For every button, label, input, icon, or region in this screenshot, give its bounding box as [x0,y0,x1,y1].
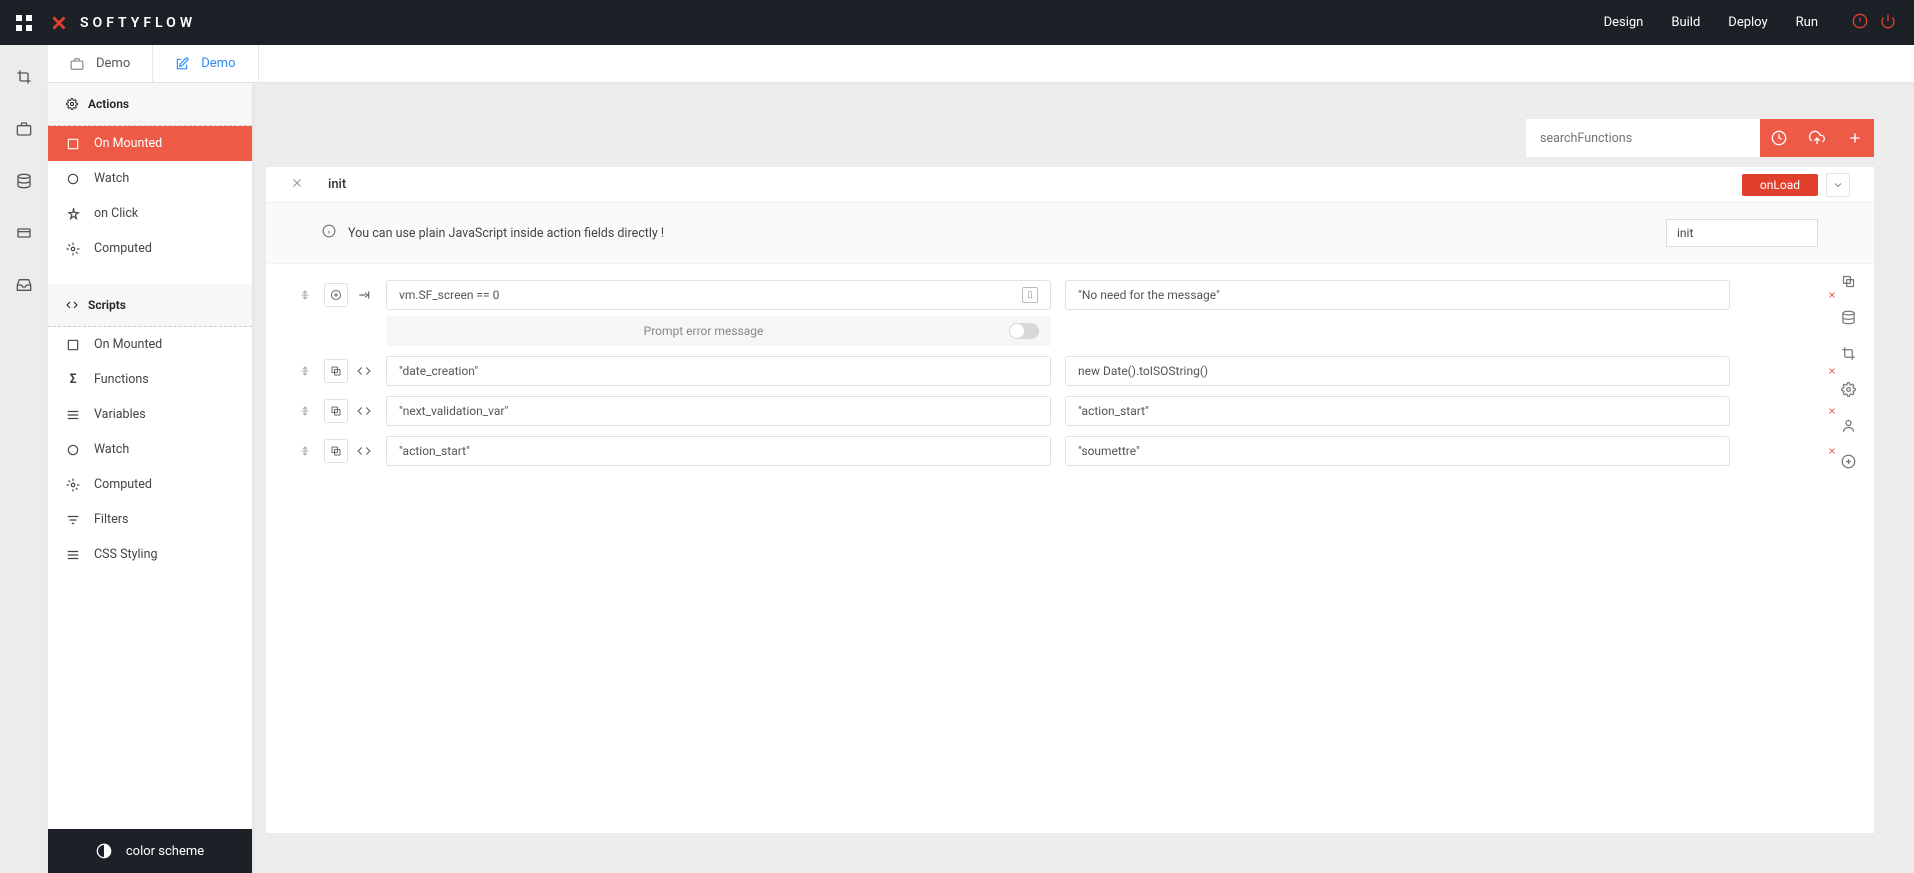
circle-icon [66,443,80,457]
condition-add-icon[interactable] [324,283,348,307]
variable-name-field[interactable]: "action_start" [386,436,1051,466]
sidebar-script-computed[interactable]: Computed [48,467,252,502]
copy-icon[interactable] [324,399,348,423]
drag-handle[interactable] [296,396,314,426]
nav-design[interactable]: Design [1604,15,1644,30]
tab-demo-1[interactable]: Demo [48,45,153,82]
onload-button[interactable]: onLoad [1742,174,1818,196]
drag-handle[interactable] [296,280,314,310]
briefcase-icon[interactable] [16,121,32,141]
panel-title: init [328,177,346,192]
variable-value-field[interactable]: "soumettre" [1065,436,1730,466]
contrast-icon [96,843,112,859]
code-icon [66,299,78,311]
sidebar-script-variables[interactable]: Variables [48,397,252,432]
sidebar-action-on-mounted[interactable]: On Mounted [48,126,252,161]
sidebar-script-on-mounted[interactable]: On Mounted [48,327,252,362]
crop-icon[interactable] [16,69,32,89]
copy-icon[interactable] [324,439,348,463]
search-functions-input[interactable] [1526,119,1760,157]
alert-icon[interactable] [1852,13,1868,33]
list-icon [66,408,80,422]
add-button[interactable] [1836,119,1874,157]
nav-build[interactable]: Build [1671,15,1700,30]
code-icon[interactable] [352,439,376,463]
square-icon [66,137,80,151]
sigma-icon: Σ [66,372,80,387]
code-icon[interactable] [352,359,376,383]
prompt-error-toggle[interactable] [1009,323,1039,339]
nav-run[interactable]: Run [1796,15,1818,30]
inbox-icon[interactable] [16,277,32,297]
brand-logo: SOFTYFLOW [48,12,196,34]
variable-name-field[interactable]: "next_validation_var" [386,396,1051,426]
power-icon[interactable] [1880,13,1896,33]
history-button[interactable] [1760,119,1798,157]
info-icon [322,224,336,242]
layout-icon[interactable] [16,225,32,245]
css-icon [66,548,80,562]
code-icon[interactable] [352,399,376,423]
close-panel-button[interactable] [290,176,304,194]
variable-value-field[interactable]: new Date().toISOString() [1065,356,1730,386]
nav-deploy[interactable]: Deploy [1728,15,1767,30]
info-text: You can use plain JavaScript inside acti… [348,226,664,241]
copy-tool-icon[interactable] [1838,271,1858,291]
database-tool-icon[interactable] [1838,307,1858,327]
variable-name-field[interactable]: "date_creation" [386,356,1051,386]
add-tool-icon[interactable] [1838,451,1858,471]
scripts-section-header[interactable]: Scripts [48,284,252,327]
circle-icon [66,172,80,186]
computed-icon [66,478,80,492]
sidebar-action-computed[interactable]: Computed [48,231,252,266]
apps-icon[interactable] [0,15,48,31]
condition-flow-icon[interactable] [352,283,376,307]
color-scheme-button[interactable]: color scheme [48,829,252,873]
variable-value-field[interactable]: "action_start" [1065,396,1730,426]
function-name-input[interactable] [1666,219,1818,247]
settings-tool-icon[interactable] [1838,379,1858,399]
drag-handle[interactable] [296,436,314,466]
filter-icon [66,513,80,527]
user-tool-icon[interactable] [1838,415,1858,435]
brand-text: SOFTYFLOW [80,15,196,31]
computed-icon [66,242,80,256]
tab-label: Demo [96,56,130,71]
actions-section-header[interactable]: Actions [48,83,252,126]
pointer-icon [66,207,80,221]
tab-demo-2[interactable]: Demo [153,45,258,82]
value-field[interactable]: "No need for the message" [1065,280,1730,310]
sidebar-script-filters[interactable]: Filters [48,502,252,537]
field-badge-icon: ▯ [1022,287,1038,303]
file-tabs: Demo Demo [48,45,1914,83]
sidebar-action-watch[interactable]: Watch [48,161,252,196]
copy-icon[interactable] [324,359,348,383]
gear-icon [66,98,78,110]
sidebar-script-functions[interactable]: Σ Functions [48,362,252,397]
sidebar-script-watch[interactable]: Watch [48,432,252,467]
tab-label: Demo [201,56,235,71]
condition-field[interactable]: vm.SF_screen == 0▯ [386,280,1051,310]
sidebar-action-on-click[interactable]: on Click [48,196,252,231]
sidebar-script-css-styling[interactable]: CSS Styling [48,537,252,572]
crop-tool-icon[interactable] [1838,343,1858,363]
square-icon [66,338,80,352]
drag-handle[interactable] [296,356,314,386]
toggle-label: Prompt error message [398,324,1009,338]
onload-dropdown[interactable] [1826,173,1850,197]
cloud-upload-button[interactable] [1798,119,1836,157]
database-icon[interactable] [16,173,32,193]
